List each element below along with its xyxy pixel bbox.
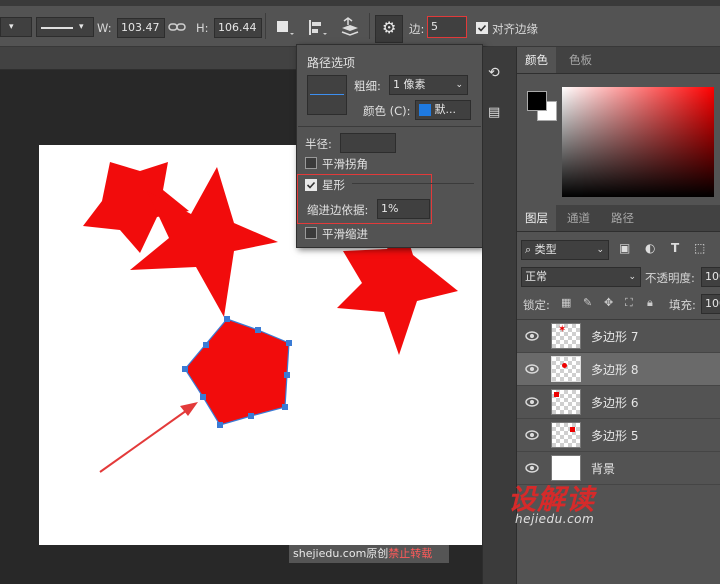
color-value: 默...	[434, 103, 457, 116]
layer-thumbnail	[551, 422, 581, 448]
indent-input[interactable]: 1%	[377, 199, 430, 219]
lock-brush-icon[interactable]: ✎	[583, 296, 592, 309]
layer-name: 背景	[591, 462, 616, 476]
layer-name: 多边形 5	[591, 429, 639, 443]
layers-panel-tabs: 图层 通道 路径	[517, 205, 720, 232]
blend-mode-value: 正常	[525, 270, 547, 283]
chevron-down-icon: ⌄	[628, 272, 636, 282]
thickness-value: 1 像素	[393, 78, 426, 91]
color-dropdown[interactable]: 默...	[415, 100, 471, 120]
path-options-popup: 路径选项 粗细: 1 像素 ⌄ 颜色 (C): 默... 半径: 平滑拐角 星形…	[296, 44, 483, 248]
layer-row[interactable]: ✶ 多边形 7	[517, 320, 720, 353]
tab-paths[interactable]: 路径	[603, 205, 642, 231]
foreground-color-swatch[interactable]	[527, 91, 547, 111]
layer-thumbnail: ✶	[551, 323, 581, 349]
lock-artboard-icon[interactable]: ⛶	[625, 296, 633, 310]
layer-filter-value: 类型	[534, 243, 557, 256]
layer-thumbnail	[551, 356, 581, 382]
smooth-indent-label: 平滑缩进	[322, 227, 368, 241]
filter-shape-icon[interactable]: ⬚	[694, 241, 705, 255]
blend-mode-dropdown[interactable]: 正常 ⌄	[521, 267, 641, 287]
chevron-down-icon: ⌄	[455, 80, 463, 90]
eye-icon[interactable]	[525, 396, 539, 408]
search-icon: ⌕	[525, 243, 532, 256]
layer-name: 多边形 8	[591, 363, 639, 377]
adjustments-icon[interactable]: ▤	[488, 105, 510, 127]
eye-icon[interactable]	[525, 429, 539, 441]
filter-type-icon[interactable]: T	[671, 241, 679, 255]
chevron-down-icon: ⌄	[596, 245, 604, 255]
path-options-title: 路径选项	[307, 56, 356, 70]
tab-channels[interactable]: 通道	[559, 205, 598, 231]
filter-adjustment-icon[interactable]: ◐	[645, 241, 655, 255]
divider	[352, 183, 474, 184]
opacity-input[interactable]: 100	[701, 267, 720, 287]
path-preview	[307, 75, 347, 115]
history-icon[interactable]: ⟲	[488, 65, 510, 87]
fill-input[interactable]: 100	[701, 294, 720, 314]
eye-icon[interactable]	[525, 363, 539, 375]
divider	[298, 126, 481, 127]
star-checkbox[interactable]	[305, 179, 317, 191]
filter-pixel-icon[interactable]: ▣	[619, 241, 630, 255]
layer-row-selected[interactable]: 多边形 8	[517, 353, 720, 386]
radius-label: 半径:	[305, 137, 332, 151]
smooth-corners-label: 平滑拐角	[322, 157, 368, 171]
lock-transparent-icon[interactable]: ▦	[561, 296, 571, 309]
opacity-label: 不透明度:	[645, 271, 695, 285]
radius-input[interactable]	[340, 133, 396, 153]
layer-row[interactable]: 多边形 5	[517, 419, 720, 452]
thickness-dropdown[interactable]: 1 像素 ⌄	[389, 75, 468, 95]
star-label: 星形	[322, 178, 345, 192]
watermark-footer-warning: 禁止转载	[388, 547, 433, 560]
lock-all-icon[interactable]: 🔒︎	[647, 296, 653, 310]
lock-move-icon[interactable]: ✥	[604, 296, 613, 309]
watermark-url: hejiedu.com	[515, 512, 595, 526]
fill-label: 填充:	[669, 298, 696, 312]
tab-layers[interactable]: 图层	[517, 205, 556, 231]
smooth-indent-checkbox[interactable]	[305, 227, 317, 239]
eye-icon[interactable]	[525, 462, 539, 474]
layer-row[interactable]: 多边形 6	[517, 386, 720, 419]
layer-name: 多边形 7	[591, 330, 639, 344]
annotation-arrow	[99, 402, 198, 473]
watermark-footer-site: shejiedu.com原创	[293, 547, 389, 560]
eye-icon[interactable]	[525, 330, 539, 342]
indent-label: 缩进边依据:	[307, 203, 369, 217]
color-label: 颜色 (C):	[363, 104, 411, 118]
layer-thumbnail	[551, 389, 581, 415]
pentagon-shape	[185, 319, 289, 425]
tab-color[interactable]: 颜色	[517, 47, 556, 73]
layer-name: 多边形 6	[591, 396, 639, 410]
layer-filter-dropdown[interactable]: ⌕ 类型 ⌄	[521, 240, 609, 260]
color-panel-tabs: 颜色 色板	[517, 47, 720, 74]
thickness-label: 粗细:	[354, 79, 381, 93]
lock-label: 锁定:	[523, 298, 550, 312]
watermark-footer: shejiedu.com原创禁止转载	[289, 545, 449, 563]
color-swatch	[419, 104, 431, 116]
color-picker-field[interactable]	[562, 87, 714, 197]
tab-swatches[interactable]: 色板	[561, 47, 600, 73]
smooth-corners-checkbox[interactable]	[305, 157, 317, 169]
